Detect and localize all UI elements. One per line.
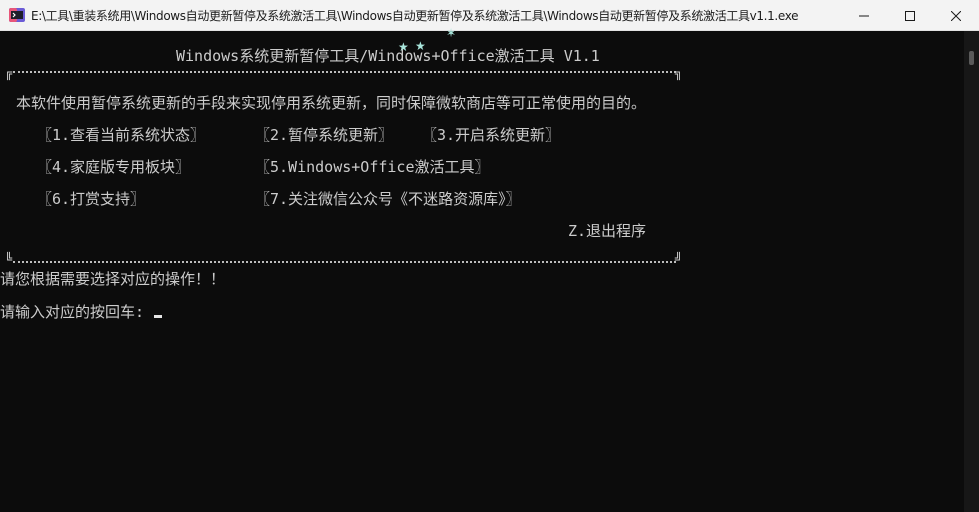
close-icon	[951, 10, 961, 21]
prompt-line: 请您根据需要选择对应的操作！！	[0, 270, 226, 288]
menu-item-6: 〖6.打赏支持〗	[37, 190, 146, 208]
frame-corner-tr: ╗	[675, 66, 683, 80]
input-prompt: 请输入对应的按回车:	[0, 303, 145, 321]
menu-item-4: 〖4.家庭版专用板块〗	[37, 158, 191, 176]
frame-bottom-border	[13, 261, 676, 263]
console-header: Windows系统更新暂停工具/Windows+Office激活工具 V1.1	[176, 47, 600, 65]
console-window: E:\工具\重装系统用\Windows自动更新暂停及系统激活工具\Windows…	[0, 0, 979, 512]
menu-item-7: 〖7.关注微信公众号《不迷路资源库》〗	[255, 190, 521, 208]
menu-item-3: 〖3.开启系统更新〗	[422, 126, 561, 144]
menu-item-2: 〖2.暂停系统更新〗	[255, 126, 394, 144]
menu-item-5: 〖5.Windows+Office激活工具〗	[255, 158, 490, 176]
window-title: E:\工具\重装系统用\Windows自动更新暂停及系统激活工具\Windows…	[31, 9, 799, 23]
menu-item-1: 〖1.查看当前系统状态〗	[37, 126, 206, 144]
maximize-icon	[905, 10, 915, 21]
minimize-button[interactable]	[841, 0, 887, 31]
sparkle-icon: ✶	[446, 26, 457, 40]
frame-top-border	[13, 71, 676, 73]
frame-corner-tl: ╔	[5, 66, 13, 80]
close-button[interactable]	[933, 0, 979, 31]
console-description: 本软件使用暂停系统更新的手段来实现停用系统更新，同时保障微软商店等可正常使用的目…	[16, 94, 647, 112]
maximize-button[interactable]	[887, 0, 933, 31]
console-app-icon	[9, 8, 25, 22]
console-output[interactable]: ✶ ★ ★ Windows系统更新暂停工具/Windows+Office激活工具…	[0, 27, 964, 512]
text-cursor	[154, 315, 162, 318]
menu-item-exit: Z.退出程序	[568, 222, 647, 240]
scrollbar-thumb[interactable]	[969, 51, 974, 65]
vertical-scrollbar[interactable]	[964, 31, 979, 512]
frame-corner-br: ╝	[675, 252, 683, 266]
title-bar[interactable]: E:\工具\重装系统用\Windows自动更新暂停及系统激活工具\Windows…	[0, 0, 979, 31]
minimize-icon	[859, 15, 869, 16]
frame-corner-bl: ╚	[5, 252, 13, 266]
